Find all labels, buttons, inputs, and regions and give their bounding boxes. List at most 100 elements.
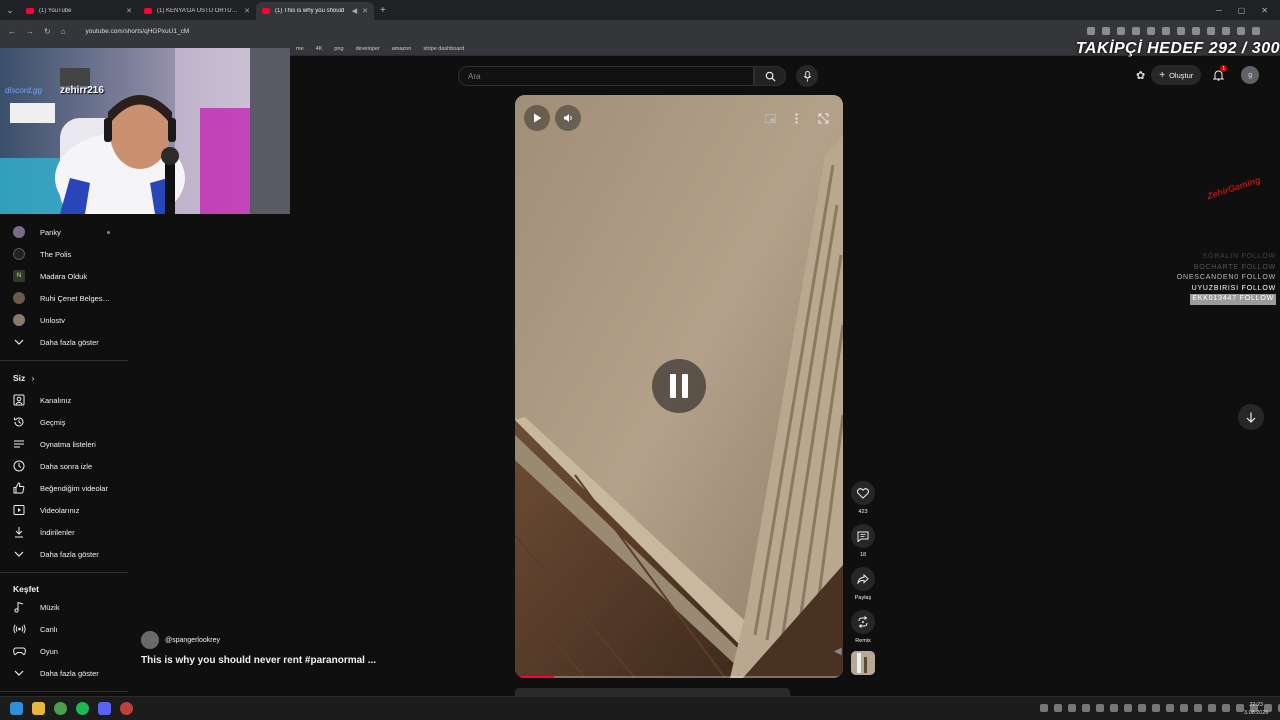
tray-icon[interactable] bbox=[1222, 704, 1230, 712]
new-tab-icon[interactable]: + bbox=[380, 5, 386, 16]
sidebar-item-playlists[interactable]: Oynatma listeleri bbox=[0, 433, 128, 455]
file-explorer-icon[interactable] bbox=[32, 702, 45, 715]
reload-icon[interactable]: ↻ bbox=[44, 27, 51, 36]
show-more-subscriptions[interactable]: Daha fazla göster bbox=[0, 331, 128, 353]
next-video-button[interactable] bbox=[1238, 404, 1264, 430]
bookmark-star-icon[interactable] bbox=[1117, 27, 1125, 35]
close-tab-icon[interactable]: ✕ bbox=[244, 7, 250, 15]
video-author[interactable]: @spangerlookrey bbox=[141, 631, 220, 649]
like-button[interactable] bbox=[851, 481, 875, 505]
tray-icon[interactable] bbox=[1040, 704, 1048, 712]
profile-icon[interactable] bbox=[1237, 27, 1245, 35]
sidebar-item-unlostv[interactable]: Unlostv bbox=[0, 309, 128, 331]
sidebar-item-liked-videos[interactable]: Beğendiğim videolar bbox=[0, 477, 128, 499]
search-input[interactable]: Ara bbox=[458, 66, 754, 86]
create-button[interactable]: + Oluştur bbox=[1151, 65, 1202, 85]
cast-icon[interactable] bbox=[1102, 27, 1110, 35]
tray-icon[interactable] bbox=[1166, 704, 1174, 712]
close-tab-icon[interactable]: ✕ bbox=[126, 7, 132, 15]
tray-icon[interactable] bbox=[1110, 704, 1118, 712]
video-progress-bar[interactable] bbox=[515, 676, 843, 678]
bookmark-item[interactable]: png bbox=[334, 46, 343, 52]
search-button[interactable] bbox=[754, 66, 786, 86]
sidebar-item-live[interactable]: Canlı bbox=[0, 618, 128, 640]
extension-icon[interactable] bbox=[1132, 27, 1140, 35]
forward-icon[interactable]: → bbox=[26, 27, 34, 36]
sidebar-item-downloads[interactable]: İndirilenler bbox=[0, 521, 128, 543]
sidebar-item-ruhi-cenet[interactable]: Ruhi Çenet Belgesel... bbox=[0, 287, 128, 309]
minimize-icon[interactable]: ─ bbox=[1216, 6, 1222, 15]
collapse-arrow-icon[interactable]: ◀ bbox=[834, 646, 842, 657]
browser-tab-kenya[interactable]: (1) KENYA'DA ÜSTÜ ÖRTÜLEN ✕ bbox=[138, 2, 256, 20]
share-button[interactable] bbox=[851, 567, 875, 591]
sidebar-item-gaming[interactable]: Oyun bbox=[0, 640, 128, 662]
extension-icon[interactable] bbox=[1147, 27, 1155, 35]
sidebar-item-history[interactable]: Geçmiş bbox=[0, 411, 128, 433]
voice-search-button[interactable] bbox=[796, 65, 818, 87]
tray-icon[interactable] bbox=[1124, 704, 1132, 712]
next-short-preview[interactable] bbox=[515, 688, 790, 696]
app-icon[interactable] bbox=[120, 702, 133, 715]
tray-icon[interactable] bbox=[1096, 704, 1104, 712]
tab-search-icon[interactable]: ⌄ bbox=[0, 0, 20, 20]
comment-button[interactable] bbox=[851, 524, 875, 548]
chrome-icon[interactable] bbox=[54, 702, 67, 715]
author-avatar[interactable] bbox=[141, 631, 159, 649]
video-title[interactable]: This is why you should never rent #paran… bbox=[141, 655, 376, 666]
tray-icon[interactable] bbox=[1082, 704, 1090, 712]
maximize-icon[interactable]: ▢ bbox=[1238, 6, 1246, 15]
shorts-video-player[interactable] bbox=[515, 95, 843, 678]
extension-icon[interactable] bbox=[1162, 27, 1170, 35]
discord-icon[interactable] bbox=[98, 702, 111, 715]
close-window-icon[interactable]: ✕ bbox=[1261, 6, 1268, 15]
tray-icon[interactable] bbox=[1194, 704, 1202, 712]
bookmark-item[interactable]: amazon bbox=[392, 46, 412, 52]
show-more-explore[interactable]: Daha fazla göster bbox=[0, 662, 128, 684]
notifications-button[interactable]: 1 bbox=[1207, 65, 1229, 85]
pause-button[interactable] bbox=[652, 359, 706, 413]
miniplayer-button[interactable] bbox=[757, 105, 783, 131]
tray-icon[interactable] bbox=[1152, 704, 1160, 712]
zoom-icon[interactable] bbox=[1087, 27, 1095, 35]
remix-button[interactable] bbox=[851, 610, 875, 634]
author-handle[interactable]: @spangerlookrey bbox=[165, 637, 220, 644]
menu-dots-icon[interactable] bbox=[1252, 27, 1260, 35]
bookmark-item[interactable]: stripe dashboard bbox=[423, 46, 464, 52]
sound-thumbnail[interactable] bbox=[851, 651, 875, 675]
more-options-button[interactable] bbox=[783, 105, 809, 131]
extension-icon[interactable] bbox=[1207, 27, 1215, 35]
sidebar-item-your-channel[interactable]: Kanalınız bbox=[0, 389, 128, 411]
browser-tab-shorts[interactable]: (1) This is why you should ◀ ✕ bbox=[256, 2, 374, 20]
tray-icon[interactable] bbox=[1236, 704, 1244, 712]
sidebar-item-your-videos[interactable]: Videolarınız bbox=[0, 499, 128, 521]
url-field[interactable]: youtube.com/shorts/qHGPxuU1_cM bbox=[86, 28, 190, 35]
fullscreen-button[interactable] bbox=[810, 105, 836, 131]
browser-tab-youtube[interactable]: (1) YouTube ✕ bbox=[20, 2, 138, 20]
extension-icon[interactable] bbox=[1222, 27, 1230, 35]
extension-icon[interactable] bbox=[1192, 27, 1200, 35]
studio-icon[interactable]: ✿ bbox=[1136, 69, 1145, 82]
start-button-icon[interactable] bbox=[10, 702, 23, 715]
tray-icon[interactable] bbox=[1138, 704, 1146, 712]
bookmark-item[interactable]: 4K bbox=[316, 46, 323, 52]
system-clock[interactable]: 22:23 3.08.2026 bbox=[1244, 701, 1268, 717]
sidebar-item-madara-olduk[interactable]: N Madara Olduk bbox=[0, 265, 128, 287]
sidebar-item-the-polis[interactable]: The Polis bbox=[0, 243, 128, 265]
spotify-icon[interactable] bbox=[76, 702, 89, 715]
bookmark-item[interactable]: developer bbox=[356, 46, 380, 52]
tray-icon[interactable] bbox=[1068, 704, 1076, 712]
tray-icon[interactable] bbox=[1054, 704, 1062, 712]
bookmark-item[interactable]: me bbox=[296, 46, 304, 52]
back-icon[interactable]: ← bbox=[8, 27, 16, 36]
you-section-header[interactable]: Siz › bbox=[13, 373, 34, 383]
sidebar-item-music[interactable]: Müzik bbox=[0, 596, 128, 618]
volume-button[interactable] bbox=[555, 105, 581, 131]
show-more-you[interactable]: Daha fazla göster bbox=[0, 543, 128, 565]
home-icon[interactable]: ⌂ bbox=[61, 27, 66, 36]
extension-icon[interactable] bbox=[1177, 27, 1185, 35]
tray-icon[interactable] bbox=[1180, 704, 1188, 712]
play-button[interactable] bbox=[524, 105, 550, 131]
close-tab-icon[interactable]: ✕ bbox=[362, 7, 368, 15]
tray-icon[interactable] bbox=[1208, 704, 1216, 712]
sidebar-item-panky[interactable]: Panky bbox=[0, 221, 128, 243]
